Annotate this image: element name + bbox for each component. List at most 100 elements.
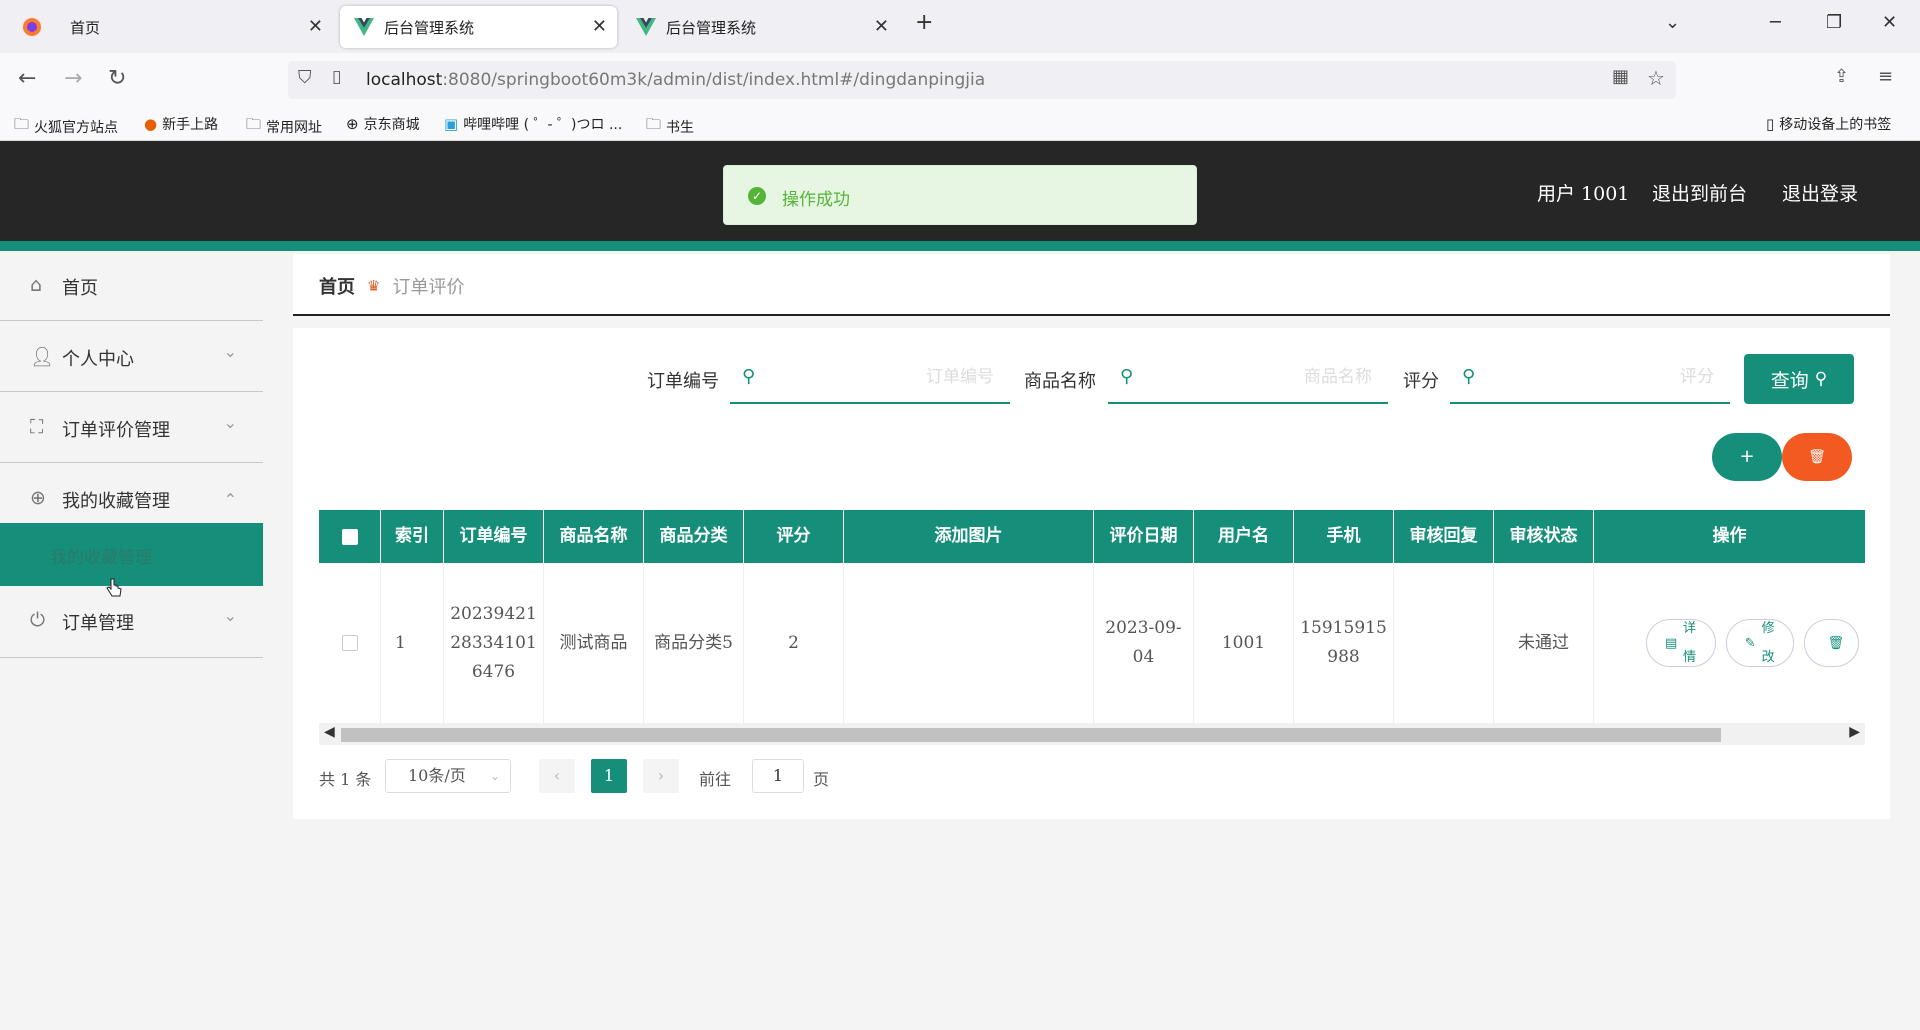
batch-delete-button[interactable]: 🗑: [1782, 433, 1852, 481]
scroll-left-icon[interactable]: ◀: [324, 724, 335, 740]
cell-phone: 15915915988: [1294, 563, 1394, 723]
cell-date: 2023-09-04: [1094, 563, 1194, 723]
breadcrumb-home[interactable]: 首页: [319, 273, 355, 299]
tab-title: 后台管理系统: [666, 18, 757, 37]
rating-label: 评分: [1403, 371, 1439, 392]
product-name-field[interactable]: ⚲: [1108, 352, 1388, 404]
sidebar-subitem-favorites[interactable]: 我的收藏管理: [0, 523, 263, 586]
sidebar-item-personal-center[interactable]: 👤︎ 个人中心 ⌄: [0, 322, 263, 392]
th-index: 索引: [381, 510, 444, 563]
chevron-down-icon: ⌄: [223, 606, 237, 625]
logout-link[interactable]: 退出登录: [1782, 179, 1858, 206]
url-bar[interactable]: ⛉ ▯ localhost:8080/springboot60m3k/admin…: [288, 61, 1676, 99]
tab-title: 首页: [70, 18, 101, 37]
bookmark-item[interactable]: ● 新手上路: [144, 114, 218, 134]
rating-field[interactable]: ⚲: [1450, 352, 1730, 404]
bookmark-item[interactable]: 🗀 书生: [646, 114, 694, 139]
cell-username: 1001: [1194, 563, 1294, 723]
page-size-select[interactable]: 10条/页 ⌄: [385, 759, 511, 793]
browser-tab-admin[interactable]: 后台管理系统 ✕: [622, 6, 899, 48]
forward-icon[interactable]: →: [64, 66, 82, 91]
browser-tab-home[interactable]: 首页 ✕: [8, 6, 333, 48]
reload-icon[interactable]: ↻: [108, 66, 126, 91]
detail-button[interactable]: ▤ 详情: [1646, 619, 1716, 667]
chevron-down-icon: ⌄: [223, 413, 237, 432]
bookmark-item[interactable]: 🗀 火狐官方站点: [14, 114, 118, 139]
folder-icon: 🗀: [646, 115, 662, 133]
star-icon[interactable]: ☆: [1647, 66, 1665, 90]
delete-row-button[interactable]: 🗑: [1804, 619, 1859, 667]
cell-rating: 2: [744, 563, 844, 723]
page-suffix: 页: [813, 770, 830, 789]
select-all-checkbox[interactable]: [341, 528, 358, 545]
url-text: localhost:8080/springboot60m3k/admin/dis…: [366, 70, 986, 90]
trash-icon: 🗑: [1827, 635, 1844, 651]
restore-icon[interactable]: ❐: [1826, 12, 1842, 33]
th-product: 商品名称: [544, 510, 644, 563]
prev-page-button[interactable]: ‹: [539, 759, 575, 793]
shield-icon[interactable]: ⛉: [298, 67, 312, 88]
close-icon[interactable]: ✕: [308, 16, 323, 37]
sidebar-item-label: 订单评价管理: [62, 420, 170, 441]
minimize-icon[interactable]: ─: [1770, 12, 1781, 33]
add-button[interactable]: +: [1712, 433, 1782, 481]
sidebar-item-home[interactable]: ⌂ 首页: [0, 251, 263, 321]
select-all-cell[interactable]: [319, 510, 381, 563]
th-username: 用户名: [1194, 510, 1294, 563]
row-select-cell[interactable]: [319, 563, 381, 723]
bookmark-item[interactable]: 🗀 常用网址: [246, 114, 322, 139]
order-no-input[interactable]: [774, 362, 994, 392]
close-window-icon[interactable]: ✕: [1882, 12, 1897, 33]
th-status: 审核状态: [1494, 510, 1594, 563]
close-icon[interactable]: ✕: [874, 16, 889, 37]
tab-list-chevron-icon[interactable]: ⌄: [1665, 12, 1680, 33]
scrollbar-thumb[interactable]: [341, 728, 1721, 742]
total-count: 共 1 条: [319, 770, 372, 789]
search-icon: ⚲: [742, 366, 756, 387]
back-icon[interactable]: ←: [18, 66, 36, 91]
bookmark-item[interactable]: ▣ 哔哩哔哩 ( ゜- ゜)つロ ...: [444, 114, 622, 134]
th-phone: 手机: [1294, 510, 1394, 563]
page-number-current[interactable]: 1: [591, 759, 627, 793]
next-page-button[interactable]: ›: [643, 759, 679, 793]
horizontal-scrollbar[interactable]: ◀ ▶: [319, 723, 1865, 745]
th-category: 商品分类: [644, 510, 744, 563]
order-no-field[interactable]: ⚲: [730, 352, 1010, 404]
row-checkbox[interactable]: [341, 635, 358, 651]
query-button[interactable]: 查询 ⚲: [1744, 354, 1854, 404]
toast-message: 操作成功: [782, 190, 850, 210]
product-name-input[interactable]: [1152, 362, 1372, 392]
mobile-icon: ▯: [1766, 115, 1775, 133]
sidebar-item-review-management[interactable]: ⛶ 订单评价管理 ⌄: [0, 393, 263, 463]
pencil-icon: ✎: [1744, 635, 1756, 651]
rating-input[interactable]: [1494, 362, 1714, 392]
new-tab-button[interactable]: +: [915, 10, 933, 35]
qr-code-icon[interactable]: ▦: [1612, 66, 1629, 87]
document-icon: ▤: [1665, 635, 1678, 651]
exit-to-front-link[interactable]: 退出到前台: [1652, 179, 1747, 206]
cell-order-no: 20239421283341016476: [444, 563, 544, 723]
scroll-right-icon[interactable]: ▶: [1849, 724, 1860, 740]
vue-logo-icon: [636, 18, 656, 36]
goto-page-input[interactable]: 1: [752, 759, 804, 793]
mobile-bookmarks[interactable]: ▯ 移动设备上的书签: [1766, 114, 1891, 134]
edit-button[interactable]: ✎ 修改: [1725, 619, 1795, 667]
close-icon[interactable]: ✕: [592, 16, 607, 37]
browser-tab-admin-active[interactable]: 后台管理系统 ✕: [340, 6, 617, 48]
th-reply: 审核回复: [1394, 510, 1494, 563]
cell-reply: [1394, 563, 1494, 723]
sidebar-item-order-management[interactable]: ⏻ 订单管理 ⌄: [0, 586, 263, 658]
crown-icon: ♛: [367, 277, 381, 295]
browser-navbar: ← → ↻ ⛉ ▯ localhost:8080/springboot60m3k…: [0, 53, 1920, 106]
chevron-down-icon: ⌄: [223, 342, 237, 361]
sidebar-subitem-label: 我的收藏管理: [50, 548, 152, 568]
power-icon: ⏻: [30, 609, 46, 631]
bilibili-icon: ▣: [444, 115, 459, 133]
extensions-icon[interactable]: ⇪: [1834, 66, 1849, 87]
bookmark-item[interactable]: ⊕ 京东商城: [346, 114, 420, 134]
chevron-up-icon: ⌃: [223, 490, 237, 509]
folder-icon: 🗀: [14, 115, 30, 133]
folder-icon: 🗀: [246, 115, 262, 133]
menu-icon[interactable]: ≡: [1878, 66, 1893, 87]
th-operations: 操作: [1712, 526, 1747, 546]
